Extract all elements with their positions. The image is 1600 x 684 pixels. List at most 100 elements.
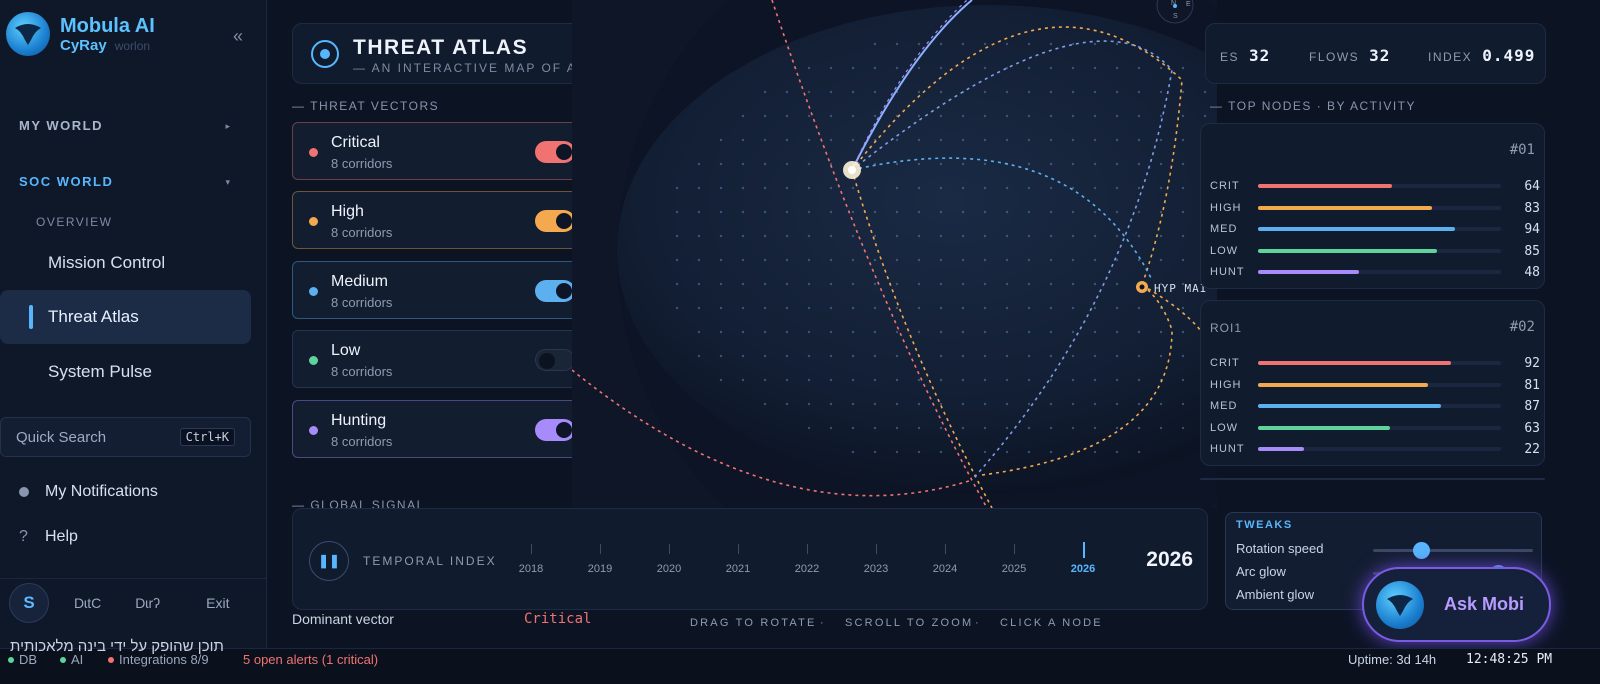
status-alerts[interactable]: 5 open alerts (1 critical) (243, 652, 378, 667)
severity-dot-icon (309, 426, 318, 435)
footer-button-2[interactable]: Dɩrʔ (135, 595, 160, 611)
temporal-index-label: TEMPORAL INDEX (363, 554, 497, 568)
node-rank: #02 (1509, 319, 1535, 335)
vector-count: 8 corridors (331, 434, 393, 449)
activity-bar-row: MED 94 (1210, 222, 1540, 237)
timeline-year-label[interactable]: 2023 (864, 563, 888, 575)
nav-section-my-world[interactable]: MY WORLD (19, 118, 103, 133)
timeline-tick[interactable] (1014, 544, 1015, 554)
timeline-tick[interactable] (807, 544, 808, 554)
status-dot-icon (108, 656, 114, 663)
target-icon (311, 40, 339, 68)
globe-canvas[interactable]: HYP MAI N E S (571, 0, 1357, 605)
help-link[interactable]: ? Help (19, 528, 78, 546)
timeline-tick[interactable] (600, 544, 601, 554)
vector-toggle[interactable] (535, 280, 575, 302)
vector-count: 8 corridors (331, 156, 393, 171)
sidebar-item-system-pulse[interactable]: System Pulse (0, 345, 251, 399)
vector-count: 8 corridors (331, 225, 393, 240)
sidebar-item-threat-atlas[interactable]: Threat Atlas (0, 290, 251, 344)
sidebar-item-label: Mission Control (48, 253, 166, 272)
timeline-tick[interactable] (945, 544, 946, 554)
quick-search-label: Quick Search (16, 428, 107, 446)
vector-name: Low (331, 342, 361, 359)
avatar[interactable]: S (9, 582, 49, 623)
activity-bar-row: LOW 63 (1210, 420, 1540, 436)
tweaks-title: TWEAKS (1236, 519, 1293, 531)
sidebar-item-label: System Pulse (48, 362, 152, 381)
slider-handle[interactable] (1413, 542, 1430, 559)
status-clock: 12:48:25 PM (1466, 652, 1553, 667)
page-header: THREAT ATLAS — AN INTERACTIVE MAP OF AC (292, 23, 592, 84)
chevron-down-icon[interactable]: ▾ (225, 177, 230, 188)
collapse-sidebar-icon[interactable]: « (233, 26, 243, 47)
vector-card-high[interactable]: High 8 corridors (292, 191, 592, 249)
sidebar-item-mission-control[interactable]: Mission Control (0, 236, 251, 290)
stat-nodes: ES 32 (1220, 46, 1271, 65)
node-label: HYP MAI (1154, 282, 1207, 295)
manta-logo-icon (1376, 580, 1424, 629)
sidebar-item-label: Threat Atlas (48, 307, 139, 326)
vector-name: High (331, 203, 364, 220)
pause-button[interactable]: ❚❚ (309, 541, 349, 581)
top-node-card[interactable]: #02 ROI1 CRIT 92 HIGH 81 MED 87 LOW 63 HUNT 22 (1200, 300, 1545, 466)
timeline-tick[interactable] (1083, 542, 1085, 558)
timeline-year-label[interactable]: 2018 (519, 563, 543, 575)
vector-card-low[interactable]: Low 8 corridors (292, 330, 592, 388)
chevron-right-icon[interactable]: ▸ (225, 121, 230, 132)
vector-card-critical[interactable]: Critical 8 corridors (292, 122, 592, 180)
status-integrations: Integrations 8/9 (108, 652, 209, 667)
notifications-link[interactable]: My Notifications (19, 483, 158, 501)
top-node-card[interactable]: #03AOSCRIHIGMELOHUNT (1200, 478, 1545, 480)
vector-name: Critical (331, 134, 380, 151)
hint-text: CLICK A NODE (1000, 617, 1103, 629)
tweak-label: Ambient glow (1236, 587, 1315, 602)
status-bar: תוכן שהופק על ידי בינה מלאכותית DB AI In… (0, 638, 1600, 684)
severity-dot-icon (309, 356, 318, 365)
vector-toggle[interactable] (535, 210, 575, 232)
svg-text:E: E (1186, 1, 1191, 8)
brand[interactable]: Mobula AI CyRay worlon (6, 12, 155, 56)
timeline-year-label[interactable]: 2025 (1002, 563, 1026, 575)
vector-toggle[interactable] (535, 141, 575, 163)
current-year: 2026 (1146, 548, 1193, 571)
timeline-year-label[interactable]: 2026 (1071, 563, 1095, 575)
vector-toggle[interactable] (535, 419, 575, 441)
nav-section-soc-world[interactable]: SOC WORLD (19, 174, 113, 189)
timeline-tick[interactable] (876, 544, 877, 554)
ask-mobi-label: Ask Mobi (1444, 594, 1525, 614)
hint-text: · (820, 617, 826, 629)
top-node-card[interactable]: #01 CRIT 64 HIGH 83 MED 94 LOW 85 HUNT 48 (1200, 123, 1545, 289)
top-nodes-heading: — TOP NODES · BY ACTIVITY (1210, 99, 1416, 113)
tweak-slider[interactable] (1373, 542, 1533, 559)
temporal-index-panel: ❚❚ TEMPORAL INDEX 2018 2019 2020 2021 2022 20… (292, 508, 1208, 610)
bell-icon (19, 487, 29, 497)
vector-card-medium[interactable]: Medium 8 corridors (292, 261, 592, 319)
vector-toggle[interactable] (535, 349, 575, 371)
footer-button-1[interactable]: DɩtC (74, 595, 101, 611)
stats-bar: ES 32 FLOWS 32 INDEX 0.499 (1205, 23, 1546, 84)
node-name: ROI1 (1210, 321, 1243, 335)
timeline-year-label[interactable]: 2019 (588, 563, 612, 575)
severity-dot-icon (309, 217, 318, 226)
quick-search-button[interactable]: Quick Search Ctrl+K (0, 417, 251, 457)
timeline-tick[interactable] (531, 544, 532, 554)
timeline-year-label[interactable]: 2021 (726, 563, 750, 575)
status-dot-icon (8, 656, 14, 663)
active-indicator (29, 305, 33, 329)
vector-count: 8 corridors (331, 295, 393, 310)
timeline-year-label[interactable]: 2022 (795, 563, 819, 575)
manta-logo-icon (6, 12, 50, 56)
timeline-year-label[interactable]: 2024 (933, 563, 957, 575)
timeline-year-label[interactable]: 2020 (657, 563, 681, 575)
vector-card-hunting[interactable]: Hunting 8 corridors (292, 400, 592, 458)
ask-mobi-button[interactable]: Ask Mobi (1362, 567, 1551, 642)
vector-count: 8 corridors (331, 364, 393, 379)
brand-title: Mobula AI (60, 14, 155, 37)
overview-label: OVERVIEW (36, 215, 113, 229)
timeline-tick[interactable] (669, 544, 670, 554)
dominant-vector-value: Critical (524, 611, 592, 627)
timeline-tick[interactable] (738, 544, 739, 554)
exit-button[interactable]: Exit (206, 595, 229, 611)
page-title: THREAT ATLAS (353, 36, 529, 59)
